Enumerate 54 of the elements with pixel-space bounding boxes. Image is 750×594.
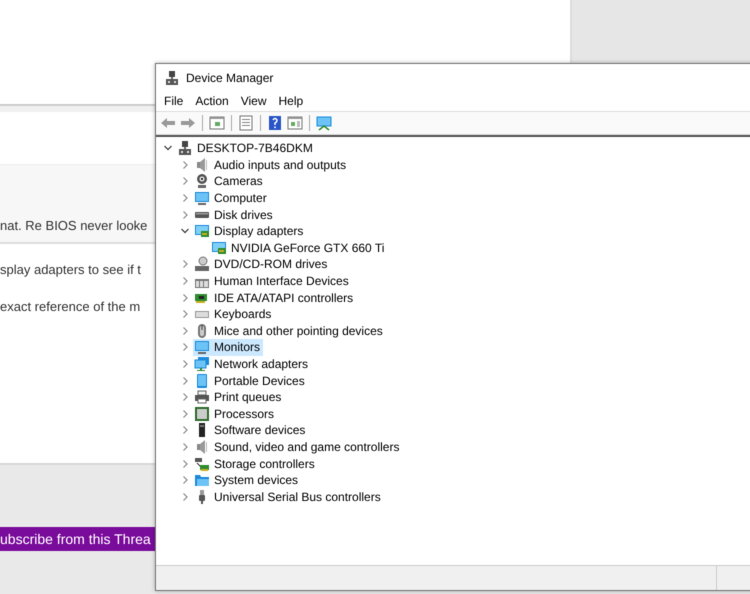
tree-item[interactable]: Audio inputs and outputs [193,156,350,174]
speaker-icon [194,156,210,173]
disc-drive-icon [194,256,210,272]
action-pane-icon[interactable] [287,115,303,131]
tablet-icon [194,372,210,389]
printer-icon [194,389,210,406]
tree-item[interactable]: Computer [193,190,270,206]
tree-item[interactable]: Storage controllers [193,455,318,472]
tree-item[interactable]: Software devices [193,422,308,439]
forward-icon[interactable] [180,115,196,131]
tree-item[interactable]: DESKTOP-7B46DKM [176,140,316,157]
tree-item[interactable]: Monitors [193,339,264,356]
tree-item[interactable]: Network adapters [193,356,312,372]
tree-item[interactable]: NVIDIA GeForce GTX 660 Ti [210,240,388,256]
menu-item[interactable]: Help [274,94,310,108]
back-icon[interactable] [160,115,176,131]
quote-text: nat. Re BIOS never looke [0,218,148,233]
menu-item[interactable]: Action [191,94,235,108]
network-icon [194,356,210,372]
post-text: exact reference of the m [0,299,140,314]
help-icon[interactable] [267,115,283,131]
console-tree-icon[interactable] [209,115,225,131]
tree-item[interactable]: DVD/CD-ROM drives [193,256,330,273]
folder-icon [194,472,210,488]
tree-item[interactable]: Print queues [193,388,284,406]
post-text: splay adapters to see if t [0,262,141,277]
tree-item[interactable]: Cameras [193,173,266,190]
properties-icon[interactable] [238,115,254,131]
monitor-icon[interactable] [316,115,332,131]
tree-item[interactable]: Human Interface Devices [193,272,352,290]
tree-item[interactable]: Portable Devices [193,372,308,389]
app-icon [164,70,180,86]
menu-item[interactable]: View [236,94,272,108]
subscribe-button[interactable]: ubscribe from this Threa [0,527,155,551]
tree-item[interactable]: Disk drives [193,206,276,223]
tree-item[interactable]: Keyboards [193,306,274,323]
storage-controller-icon [194,456,210,472]
tree-item[interactable]: Display adapters [193,222,306,240]
tree-item[interactable]: Mice and other pointing devices [193,322,386,340]
window-title: Device Manager [186,70,274,84]
monitor-icon [194,339,210,356]
monitor-icon [194,190,210,206]
tree-item[interactable]: Universal Serial Bus controllers [193,488,384,506]
tree-item[interactable]: Processors [193,406,278,422]
menu-item[interactable]: File [160,94,190,108]
computer-icon [177,140,193,156]
tree-item[interactable]: IDE ATA/ATAPI controllers [193,289,356,306]
tree-item[interactable]: Sound, video and game controllers [193,438,402,456]
display-adapter-icon [211,240,227,256]
speaker-icon [194,438,210,455]
tree-item[interactable]: System devices [193,472,302,488]
webcam-icon [194,173,210,190]
display-adapter-icon [194,223,210,240]
processor-icon [194,406,210,422]
